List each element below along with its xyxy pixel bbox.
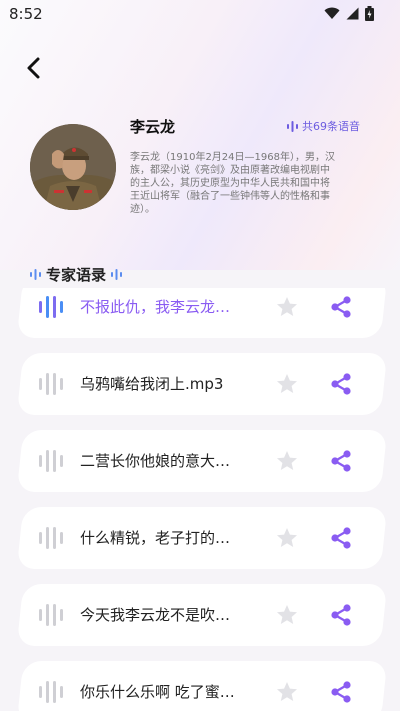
voice-count-label: 共69条语音 bbox=[302, 120, 360, 133]
list-item[interactable]: 不报此仇，我李云龙… bbox=[24, 288, 380, 338]
voice-count: 共69条语音 bbox=[287, 118, 360, 134]
audio-wave-icon bbox=[30, 269, 41, 280]
chevron-left-icon bbox=[27, 57, 40, 79]
list-item[interactable]: 二营长你他娘的意大… bbox=[24, 430, 380, 492]
item-title: 乌鸦嘴给我闭上.mp3 bbox=[80, 375, 224, 393]
audio-wave-icon bbox=[39, 296, 63, 318]
audio-wave-icon bbox=[39, 373, 63, 395]
share-icon[interactable] bbox=[329, 680, 353, 704]
status-time: 8:52 bbox=[9, 5, 43, 23]
item-title: 今天我李云龙不是吹… bbox=[80, 606, 231, 624]
audio-wave-icon bbox=[111, 269, 123, 280]
profile-description: 李云龙（1910年2月24日—1968年），男，汉族，都梁小说《亮剑》及由原著改… bbox=[130, 152, 335, 215]
list-item[interactable]: 乌鸦嘴给我闭上.mp3 bbox=[24, 353, 380, 415]
share-icon[interactable] bbox=[329, 603, 353, 627]
star-icon[interactable] bbox=[275, 603, 299, 627]
wifi-icon bbox=[324, 7, 340, 19]
share-icon[interactable] bbox=[329, 526, 353, 550]
star-icon[interactable] bbox=[275, 526, 299, 550]
share-icon[interactable] bbox=[329, 295, 353, 319]
audio-wave-icon bbox=[39, 604, 63, 626]
list-item[interactable]: 什么精锐，老子打的… bbox=[24, 507, 380, 569]
audio-wave-icon bbox=[39, 527, 63, 549]
battery-icon bbox=[365, 6, 374, 21]
star-icon[interactable] bbox=[275, 295, 299, 319]
share-icon[interactable] bbox=[329, 372, 353, 396]
profile-name: 李云龙 bbox=[130, 118, 176, 136]
section-header: 专家语录 bbox=[30, 264, 123, 285]
status-bar: 8:52 bbox=[0, 0, 400, 28]
list-item[interactable]: 你乐什么乐啊 吃了蜜… bbox=[24, 661, 380, 711]
item-title: 二营长你他娘的意大… bbox=[80, 452, 231, 470]
item-title: 什么精锐，老子打的… bbox=[80, 529, 231, 547]
audio-wave-icon bbox=[287, 120, 298, 132]
avatar bbox=[30, 124, 116, 210]
share-icon[interactable] bbox=[329, 449, 353, 473]
audio-wave-icon bbox=[39, 450, 63, 472]
portrait-image bbox=[30, 124, 116, 210]
back-button[interactable] bbox=[20, 54, 48, 82]
voice-list: 不报此仇，我李云龙… 乌鸦嘴给我闭上.mp3 二营长你他娘的意大… 什么精锐，老… bbox=[0, 288, 400, 711]
signal-icon bbox=[346, 7, 359, 20]
list-item[interactable]: 今天我李云龙不是吹… bbox=[24, 584, 380, 646]
item-title: 你乐什么乐啊 吃了蜜… bbox=[80, 683, 235, 701]
star-icon[interactable] bbox=[275, 372, 299, 396]
section-title: 专家语录 bbox=[46, 266, 107, 284]
star-icon[interactable] bbox=[275, 449, 299, 473]
item-title: 不报此仇，我李云龙… bbox=[80, 298, 231, 316]
audio-wave-icon bbox=[39, 681, 63, 703]
star-icon[interactable] bbox=[275, 680, 299, 704]
